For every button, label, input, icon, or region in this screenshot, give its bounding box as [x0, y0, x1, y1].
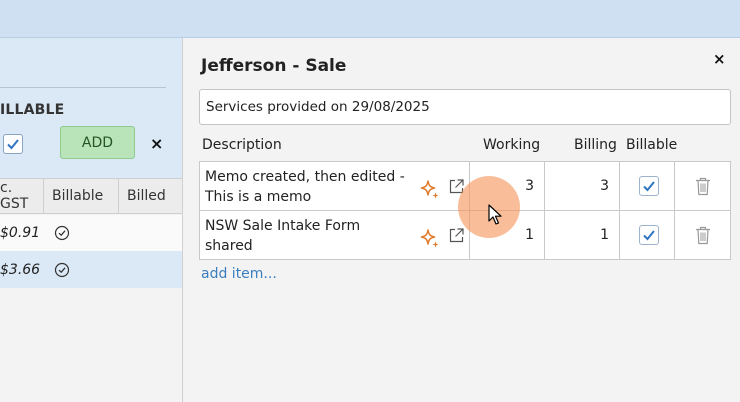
column-header-description: Description — [202, 137, 282, 153]
add-button[interactable]: ADD — [60, 126, 135, 159]
divider — [0, 87, 166, 88]
window-title-bar — [0, 0, 740, 38]
close-icon[interactable]: × — [150, 134, 163, 153]
working-value[interactable]: 3 — [525, 178, 534, 194]
billable-cell — [620, 162, 675, 211]
checkmark-icon — [643, 181, 655, 192]
check-circle-icon — [54, 262, 70, 277]
billing-cell[interactable]: 3 — [545, 162, 620, 211]
open-external-icon[interactable] — [448, 227, 465, 244]
billing-cell[interactable]: 1 — [545, 211, 620, 260]
item-description[interactable]: NSW Sale Intake Form shared — [205, 216, 410, 256]
column-header-working: Working — [483, 137, 541, 153]
delete-cell — [675, 162, 730, 211]
billable-checkbox[interactable] — [3, 134, 23, 154]
panel-title: Jefferson - Sale — [201, 56, 347, 76]
trash-icon[interactable] — [695, 226, 711, 245]
billable-cell — [620, 211, 675, 260]
billing-value[interactable]: 3 — [600, 178, 609, 194]
column-header-billed[interactable]: Billed — [119, 179, 182, 213]
checkmark-icon — [7, 139, 19, 150]
table-row[interactable]: $3.66 — [0, 251, 182, 288]
item-description[interactable]: Memo created, then edited - This is a me… — [205, 167, 410, 207]
billable-checkbox[interactable] — [639, 176, 659, 196]
close-icon[interactable]: × — [713, 50, 726, 68]
column-header-billing: Billing — [574, 137, 617, 153]
description-cell[interactable]: NSW Sale Intake Form shared — [200, 211, 470, 260]
trash-icon[interactable] — [695, 177, 711, 196]
background-panel: ILLABLE ADD × c. GST Billable Billed $0.… — [0, 38, 182, 402]
column-header-billable[interactable]: Billable — [44, 179, 119, 213]
billable-checkbox[interactable] — [639, 225, 659, 245]
column-header-gst[interactable]: c. GST — [0, 179, 44, 213]
sale-detail-panel: Jefferson - Sale × Services provided on … — [182, 38, 740, 402]
amount-inc-gst: $0.91 — [0, 225, 41, 241]
table-header: c. GST Billable Billed — [0, 178, 182, 214]
checkmark-icon — [643, 230, 655, 241]
delete-cell — [675, 211, 730, 260]
column-header-billable: Billable — [626, 137, 678, 153]
check-circle-icon — [54, 225, 70, 241]
billing-value[interactable]: 1 — [600, 227, 609, 243]
ai-sparkle-icon[interactable] — [420, 179, 440, 199]
description-cell[interactable]: Memo created, then edited - This is a me… — [200, 162, 470, 211]
billable-heading: ILLABLE — [0, 102, 65, 118]
amount-inc-gst: $3.66 — [0, 261, 41, 278]
table-row[interactable]: $0.91 — [0, 215, 182, 252]
ai-sparkle-icon[interactable] — [420, 228, 440, 248]
mouse-pointer-icon — [488, 204, 502, 225]
working-value[interactable]: 1 — [525, 227, 534, 243]
sale-description-field[interactable]: Services provided on 29/08/2025 — [199, 89, 731, 125]
add-item-link[interactable]: add item... — [201, 266, 277, 282]
